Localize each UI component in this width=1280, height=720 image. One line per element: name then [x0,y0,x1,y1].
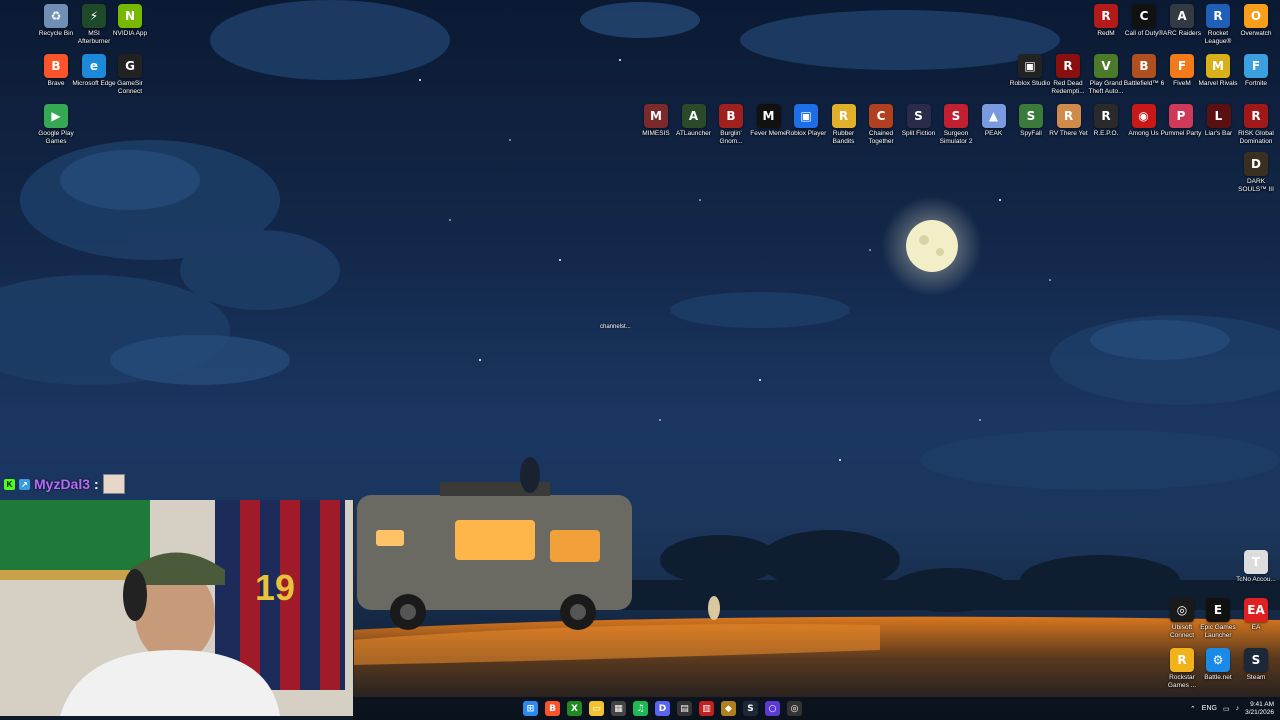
roblox-player-icon: ▣ [794,104,818,128]
ea-icon: EA [1244,598,1268,622]
chat-username: MyzDal3 [34,476,91,492]
desktop-icon-label: NVIDIA App [112,30,148,37]
brave-icon: B [44,54,68,78]
liars-bar-icon: L [1206,104,1231,128]
desktop-icon-steam[interactable]: S Steam [1234,648,1278,682]
discord-icon[interactable]: D [655,701,670,716]
mimesis-icon: M [644,104,668,128]
language-indicator[interactable]: ENG [1202,705,1217,712]
red-dead-icon: R [1056,54,1080,78]
redm-icon: R [1094,4,1118,28]
edge-icon: e [82,54,106,78]
desktop-icon-nvidia[interactable]: N NVIDIA App [108,4,152,38]
gta-icon: V [1094,54,1118,78]
fivem-icon: F [1170,54,1194,78]
taskbar: ⊞ B X ▭ ▦ ♫ D ▤ ▥ ◆ S ○ ◎ ⌃ ENG ▭ ♪ 9:41 AM 3/21/202… [353,697,1280,720]
split-fiction-icon: S [906,104,931,128]
clock-time: 9:41 AM [1250,700,1274,708]
arc-raiders-icon: A [1170,4,1194,28]
risk-icon: R [1244,104,1268,128]
desktop-icon-tcno[interactable]: T TcNo Accou... [1234,550,1278,584]
roblox-studio-icon: ▣ [1018,54,1042,78]
desktop-icon-label: Overwatch [1240,30,1272,37]
desktop-icon-label: Steam [1246,674,1266,681]
svg-text:19: 19 [255,567,295,608]
desktop-icon-label: Google Play Games [38,130,74,145]
steam-icon[interactable]: S [743,701,758,716]
among-us-icon: ◉ [1131,104,1156,128]
rocket-league-icon: R [1206,4,1230,28]
battlefield-icon: B [1132,54,1156,78]
epic-games-icon: E [1206,598,1230,622]
brave-icon[interactable]: B [545,701,560,716]
cortana-icon[interactable]: ○ [765,701,780,716]
rockstar-icon: R [1170,648,1194,672]
peak-icon: ▲ [981,104,1006,128]
desktop-icon-risk[interactable]: R RISK Global Domination [1234,104,1278,145]
desktop-icon-label: Fortnite [1244,80,1268,87]
file-explorer-icon[interactable]: ▭ [589,701,604,716]
burglin-gnomes-icon: B [719,104,743,128]
show-hidden-icons-icon[interactable]: ⌃ [1190,705,1196,713]
desktop-icon-label: RISK Global Domination [1238,130,1274,145]
spyfall-icon: S [1019,104,1043,128]
fortnite-icon: F [1244,54,1268,78]
desktop-icon-label: EA [1251,624,1261,631]
clock[interactable]: 9:41 AM 3/21/2026 [1245,701,1274,717]
tcno-icon: T [1244,550,1268,574]
verified-badge-icon: ↗ [19,478,30,490]
network-icon[interactable]: ▭ [1223,705,1230,713]
google-play-games-icon: ▶ [44,104,68,128]
spotify-icon[interactable]: ♫ [633,701,648,716]
desktop-icon-label: DARK SOULS™ III [1238,178,1274,193]
battlenet-icon: ⚙ [1206,648,1230,672]
desktop-icon-overwatch[interactable]: O Overwatch [1234,4,1278,38]
obs-icon[interactable]: ◎ [787,701,802,716]
overwatch-icon: O [1244,4,1268,28]
webcam-overlay: 19 [0,500,354,716]
nvidia-icon: N [118,4,142,28]
recycle-bin-icon: ♻ [44,4,68,28]
afterburner-icon: ⚡ [82,4,106,28]
chat-emote-icon [102,474,125,494]
desktop-icon-label: GameSir Connect [117,80,143,95]
rubber-bandits-icon: R [831,104,856,128]
call-of-duty-icon: C [1132,4,1156,28]
gamesir-icon: G [118,54,142,78]
chained-together-icon: C [869,104,893,128]
calculator-icon[interactable]: ▦ [611,701,626,716]
ubisoft-icon: ◎ [1170,598,1194,622]
volume-icon[interactable]: ♪ [1236,705,1240,712]
kick-badge-icon: K [4,478,15,490]
dark-souls-icon: D [1244,152,1268,176]
webcam-feed: 19 [0,500,353,716]
chat-message: K ↗ MyzDal3 : [4,474,125,494]
rv-there-yet-icon: R [1056,104,1081,128]
shield-icon[interactable]: ◆ [721,701,736,716]
desktop-icon-dark-souls[interactable]: D DARK SOULS™ III [1234,152,1278,193]
xbox-icon[interactable]: X [567,701,582,716]
windows-start-icon[interactable]: ⊞ [523,701,538,716]
marvel-rivals-icon: M [1206,54,1230,78]
surgeon-sim-icon: S [944,104,968,128]
calendar-icon[interactable]: ▥ [699,701,714,716]
desktop-icon-google-play-games[interactable]: ▶ Google Play Games [34,104,78,145]
desktop-icon-label: TcNo Accou... [1236,576,1276,583]
repo-icon: R [1094,104,1118,128]
app-icon[interactable]: ▤ [677,701,692,716]
desktop-icon-fortnite[interactable]: F Fortnite [1234,54,1278,88]
desktop-center-label: channelst... [600,324,631,330]
chat-separator: : [94,476,99,492]
desktop-icon-gamesir[interactable]: G GameSir Connect [108,54,152,95]
steam-icon: S [1244,648,1268,672]
desktop-icon-ea[interactable]: EA EA [1234,598,1278,632]
clock-date: 3/21/2026 [1245,708,1274,716]
atlauncher-icon: A [681,104,706,128]
fever-meme-icon: M [756,104,781,128]
system-tray: ⌃ ENG ▭ ♪ 9:41 AM 3/21/2026 [1190,697,1274,720]
pummel-party-icon: P [1169,104,1193,128]
